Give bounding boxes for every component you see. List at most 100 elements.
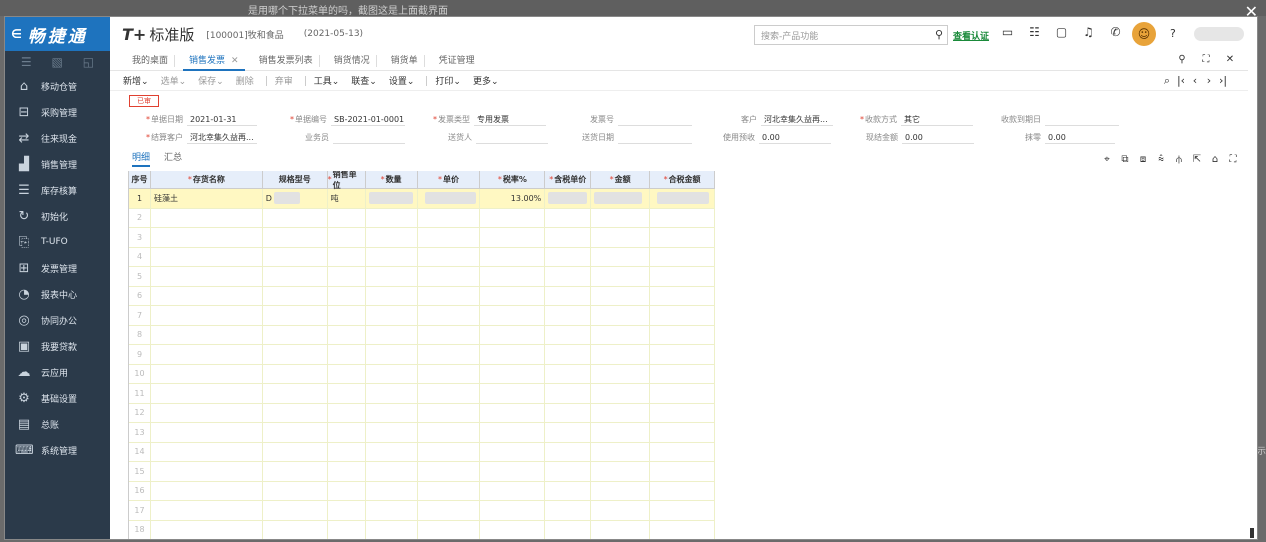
fullscreen-icon[interactable]: ⛶ (1194, 54, 1218, 65)
table-cell[interactable] (151, 384, 263, 403)
payment-method-value[interactable]: 其它 (901, 113, 973, 126)
table-cell[interactable] (480, 364, 546, 383)
table-cell[interactable] (591, 501, 651, 520)
table-cell[interactable] (591, 286, 651, 305)
tab-summary[interactable]: 汇总 (164, 150, 182, 167)
prev-record-icon[interactable]: ‹ (1188, 74, 1202, 88)
invoice-no-value[interactable] (618, 113, 692, 126)
cell-unit-price[interactable] (418, 189, 481, 208)
table-cell[interactable] (328, 403, 366, 422)
table-cell[interactable] (545, 345, 592, 364)
table-row[interactable]: 17 (129, 501, 715, 521)
table-cell[interactable] (328, 520, 366, 539)
cell-tax-rate[interactable]: 13.00% (480, 189, 546, 208)
table-cell[interactable] (366, 228, 418, 247)
table-row[interactable]: 8 (129, 325, 715, 345)
sidebar-item[interactable]: ⌂ 移动仓管 (5, 73, 110, 99)
tab-detail[interactable]: 明细 (132, 150, 151, 167)
table-cell[interactable] (328, 481, 366, 500)
table-cell[interactable] (591, 325, 651, 344)
table-cell[interactable] (545, 520, 592, 539)
verify-link[interactable]: 查看认证 (953, 29, 989, 42)
due-date-value[interactable] (1045, 113, 1119, 126)
cash-value[interactable]: 0.00 (902, 131, 974, 144)
table-cell[interactable] (480, 247, 546, 266)
table-cell[interactable] (263, 364, 328, 383)
table-cell[interactable] (328, 306, 366, 325)
table-cell[interactable] (151, 462, 263, 481)
table-cell[interactable] (263, 403, 328, 422)
table-row[interactable]: 11 (129, 384, 715, 404)
column-settings-icon[interactable]: ⫛ (1170, 154, 1188, 165)
table-cell[interactable] (650, 501, 715, 520)
salesman-value[interactable] (333, 131, 405, 144)
table-row[interactable]: 10 (129, 364, 715, 384)
table-cell[interactable] (545, 501, 592, 520)
table-cell[interactable] (591, 520, 651, 539)
cash-field[interactable]: 现结金额 0.00 (866, 130, 974, 144)
table-cell[interactable] (263, 228, 328, 247)
table-cell[interactable] (418, 247, 481, 266)
table-cell[interactable] (151, 208, 263, 227)
select-doc-button[interactable]: 选单⌄ (161, 74, 187, 87)
table-cell[interactable] (263, 423, 328, 442)
table-row[interactable]: 12 (129, 403, 715, 423)
table-cell[interactable] (591, 364, 651, 383)
table-cell[interactable] (480, 228, 546, 247)
user-info[interactable] (1194, 27, 1244, 41)
table-cell[interactable] (151, 364, 263, 383)
table-cell[interactable] (418, 345, 481, 364)
table-cell[interactable] (545, 247, 592, 266)
table-cell[interactable] (650, 384, 715, 403)
table-cell[interactable] (650, 520, 715, 539)
tab-voucher-mgmt[interactable]: 凭证管理 (433, 55, 481, 67)
table-row[interactable]: 9 (129, 345, 715, 365)
table-cell[interactable] (591, 403, 651, 422)
table-cell[interactable] (591, 228, 651, 247)
menu-icon[interactable]: ☰ (21, 55, 32, 69)
table-cell[interactable] (418, 481, 481, 500)
table-cell[interactable] (263, 481, 328, 500)
table-cell[interactable] (366, 208, 418, 227)
sidebar-item[interactable]: ⎘ T-UFO (5, 229, 110, 255)
print-button[interactable]: 打印⌄ (435, 74, 461, 87)
sidebar-item[interactable]: ☰ 库存核算 (5, 177, 110, 203)
table-cell[interactable] (328, 442, 366, 461)
table-row[interactable]: 5 (129, 267, 715, 287)
table-row[interactable]: 4 (129, 247, 715, 267)
table-cell[interactable] (480, 306, 546, 325)
sidebar-item[interactable]: ◔ 报表中心 (5, 281, 110, 307)
table-cell[interactable] (480, 345, 546, 364)
lock-icon[interactable]: ⌂ (1206, 154, 1224, 165)
table-cell[interactable] (366, 267, 418, 286)
delivery-date-value[interactable] (618, 131, 692, 144)
table-cell[interactable] (545, 403, 592, 422)
table-cell[interactable] (480, 442, 546, 461)
table-cell[interactable] (328, 267, 366, 286)
table-cell[interactable] (418, 462, 481, 481)
table-cell[interactable] (650, 325, 715, 344)
doc-no-value[interactable]: SB-2021-01-0001 (331, 113, 405, 126)
table-cell[interactable] (591, 208, 651, 227)
writeoff-value[interactable]: 0.00 (1045, 131, 1115, 144)
column-header[interactable]: 规格型号 (263, 171, 328, 188)
writeoff-field[interactable]: 抹零 0.00 (1025, 130, 1115, 144)
table-cell[interactable] (366, 501, 418, 520)
column-header[interactable]: * 销售单位 (328, 171, 366, 190)
table-cell[interactable] (366, 481, 418, 500)
search-input[interactable]: 搜索-产品功能 ⚲ (754, 25, 948, 45)
table-cell[interactable] (480, 208, 546, 227)
sidebar-item[interactable]: ↻ 初始化 (5, 203, 110, 229)
table-cell[interactable] (328, 325, 366, 344)
table-cell[interactable] (480, 462, 546, 481)
tasks-icon[interactable]: ☷ (1021, 25, 1048, 39)
table-cell[interactable] (366, 364, 418, 383)
table-cell[interactable] (480, 423, 546, 442)
table-cell[interactable] (545, 228, 592, 247)
table-cell[interactable] (418, 306, 481, 325)
company-name[interactable]: [100001]牧和食品 (206, 28, 283, 41)
table-cell[interactable] (591, 384, 651, 403)
table-cell[interactable] (480, 520, 546, 539)
phone-icon[interactable]: ✆ (1102, 25, 1129, 39)
help-icon[interactable]: ? (1170, 27, 1176, 40)
